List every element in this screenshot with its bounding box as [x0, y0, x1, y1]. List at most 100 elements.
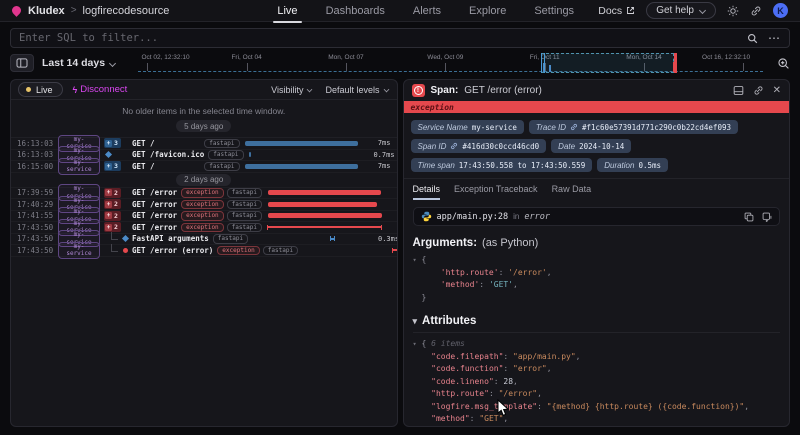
tab-raw-data[interactable]: Raw Data: [552, 184, 592, 200]
row-tags: fastapi: [204, 162, 239, 172]
arguments-code: ▾{ 'http.route': '/error', 'method': 'GE…: [413, 254, 781, 304]
empty-window-notice: No older items in the selected time wind…: [11, 100, 397, 138]
more-options-button[interactable]: ⋯: [768, 33, 781, 43]
chevron-down-icon: [307, 87, 313, 93]
code-token: ,: [503, 414, 508, 423]
child-count-chip[interactable]: +2: [104, 211, 121, 221]
external-link-icon: [626, 6, 635, 15]
tab-exception-traceback[interactable]: Exception Traceback: [454, 184, 538, 200]
exception-tag: exception: [181, 200, 224, 210]
logfire-logo-icon: [10, 4, 23, 17]
fastapi-tag: fastapi: [213, 234, 248, 244]
span-name: GET /error: [132, 188, 177, 197]
span-diamond-icon: [105, 151, 112, 158]
live-toggle-button[interactable]: Live: [18, 82, 63, 97]
span-name: GET /error: [132, 200, 177, 209]
user-avatar[interactable]: K: [773, 3, 788, 18]
docs-link[interactable]: Docs: [598, 5, 635, 17]
log-row[interactable]: 16:15:00my-service+3GET /fastapi7ms: [11, 161, 397, 173]
timeline[interactable]: Oct 02, 12:32:10Fri, Oct 04Mon, Oct 07We…: [128, 53, 769, 73]
collapse-icon[interactable]: ▾: [413, 316, 418, 327]
time-separator: 5 days ago: [176, 120, 231, 132]
duration-bar-track: [266, 201, 384, 207]
child-count-chip[interactable]: +3: [104, 138, 121, 148]
code-line: ▾{: [413, 254, 781, 267]
duration-bar: [392, 248, 397, 253]
meta-chip[interactable]: Span ID#416d30c0ccd46cd0: [411, 139, 547, 153]
child-count-chip[interactable]: +3: [104, 161, 121, 171]
child-count-chip[interactable]: +2: [104, 222, 121, 232]
link-icon: [570, 123, 578, 131]
get-help-button[interactable]: Get help: [646, 2, 716, 19]
meta-chip[interactable]: Trace ID#f1c60e57391d771c290c0b22cd4ef09…: [529, 120, 738, 134]
share-link-button[interactable]: [750, 5, 762, 17]
nav-tab-live[interactable]: Live: [277, 1, 297, 20]
code-line: }: [413, 426, 781, 427]
copy-icon[interactable]: [744, 212, 754, 222]
service-tag: my-service: [58, 242, 100, 259]
arguments-mode[interactable]: (as Python): [482, 237, 538, 249]
fastapi-tag: fastapi: [204, 139, 239, 149]
time-range-selector[interactable]: Last 14 days: [42, 57, 116, 69]
duration-bar: [268, 213, 382, 218]
tab-details[interactable]: Details: [413, 184, 441, 200]
child-count: 2: [114, 212, 118, 220]
log-row[interactable]: 17:43:50my-serviceGET /error (error)exce…: [11, 245, 397, 257]
search-icon[interactable]: [747, 33, 758, 44]
visibility-dropdown[interactable]: Visibility: [271, 85, 313, 95]
code-file-path[interactable]: app/main.py:28: [437, 212, 509, 222]
row-timestamp: 16:15:00: [17, 162, 54, 171]
chevron-down-icon: [383, 87, 389, 93]
lightning-icon: ϟ: [73, 85, 78, 95]
child-count-chip[interactable]: +2: [104, 188, 121, 198]
breadcrumb-project[interactable]: logfirecodesource: [83, 5, 170, 17]
nav-tab-settings[interactable]: Settings: [534, 1, 574, 20]
code-token: ,: [576, 352, 581, 361]
timeline-tick-mark: [247, 63, 248, 71]
code-token: "http.route": [431, 389, 489, 398]
sidebar-toggle-button[interactable]: [10, 54, 34, 72]
row-node-slot: +2: [104, 211, 128, 221]
nav-tab-dashboards[interactable]: Dashboards: [326, 1, 385, 20]
docs-label: Docs: [598, 5, 622, 17]
meta-chip: Date2024-10-14: [551, 139, 631, 153]
disconnect-button[interactable]: ϟ Disconnect: [73, 84, 128, 95]
nav-tab-explore[interactable]: Explore: [469, 1, 506, 20]
exception-tag: exception: [181, 188, 224, 198]
code-token: [422, 364, 432, 373]
code-in-word: in: [513, 212, 519, 221]
code-token: ,: [547, 268, 552, 277]
code-token: 'method': [441, 280, 480, 289]
open-source-icon[interactable]: [762, 212, 772, 222]
dock-panel-icon[interactable]: [733, 85, 744, 96]
copy-link-icon[interactable]: [753, 85, 764, 96]
row-duration: 7ms: [388, 189, 398, 197]
breadcrumb-org[interactable]: Kludex: [28, 5, 65, 17]
default-levels-dropdown[interactable]: Default levels: [325, 85, 389, 95]
span-name: GET /error: [132, 211, 177, 220]
code-line: "code.lineno": 28,: [413, 376, 781, 389]
exception-banner: exception: [404, 101, 790, 113]
duration-bar: [249, 152, 251, 157]
child-count-chip[interactable]: +2: [104, 199, 121, 209]
span-title: GET /error (error): [464, 85, 542, 96]
row-node-slot: [104, 152, 128, 157]
close-icon[interactable]: ✕: [773, 85, 781, 96]
timeline-tick-label: Fri, Oct 04: [231, 54, 261, 61]
duration-bar: [268, 202, 378, 207]
fold-icon[interactable]: ▾: [413, 254, 422, 267]
duration-bar-track: [244, 140, 362, 146]
selection-start-handle[interactable]: [541, 53, 545, 73]
selection-end-handle[interactable]: [674, 53, 677, 73]
code-token: :: [479, 280, 489, 289]
row-duration: 0.7ms: [370, 151, 395, 159]
fold-icon[interactable]: ▾: [413, 338, 422, 351]
row-timestamp: 17:39:59: [17, 188, 54, 197]
nav-tab-alerts[interactable]: Alerts: [413, 1, 441, 20]
error-dot-icon: [123, 248, 128, 253]
timeline-selection[interactable]: [541, 53, 674, 73]
duration-bar: [268, 190, 381, 195]
sql-filter-input[interactable]: Enter SQL to filter... ⋯: [10, 28, 790, 48]
theme-toggle-button[interactable]: [727, 5, 739, 17]
span-name: GET /: [132, 139, 155, 148]
